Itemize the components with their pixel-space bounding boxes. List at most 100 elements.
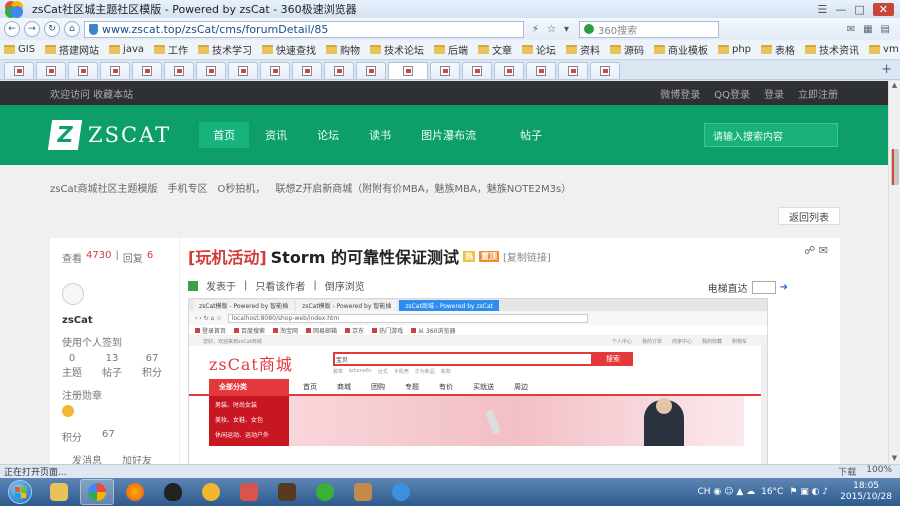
- zoom-level[interactable]: 100%: [866, 465, 892, 478]
- menu-books[interactable]: 读书: [355, 122, 405, 148]
- browser-tab[interactable]: [494, 62, 524, 79]
- browser-tab[interactable]: [100, 62, 130, 79]
- user-stat[interactable]: 67 积分: [142, 353, 162, 379]
- ticker-item[interactable]: 手机专区: [168, 180, 208, 195]
- bookmark-folder[interactable]: java: [109, 44, 144, 55]
- qq-login-link[interactable]: QQ登录: [714, 86, 750, 101]
- grid-icon[interactable]: ▦: [863, 24, 872, 35]
- download-button[interactable]: 下载: [838, 465, 856, 478]
- browser-tab[interactable]: [292, 62, 322, 79]
- browser-tab[interactable]: [260, 62, 290, 79]
- browser-tab[interactable]: [68, 62, 98, 79]
- browser-tab[interactable]: [324, 62, 354, 79]
- taskbar-wechat[interactable]: [308, 479, 342, 505]
- author-name[interactable]: zsCat: [62, 315, 167, 326]
- browser-tab[interactable]: [388, 62, 428, 79]
- browser-tab[interactable]: [228, 62, 258, 79]
- bookmark-folder[interactable]: GIS: [4, 44, 35, 55]
- jump-arrow-icon[interactable]: ➜: [780, 282, 788, 293]
- taskbar-ie[interactable]: [384, 479, 418, 505]
- register-link[interactable]: 立即注册: [798, 86, 838, 101]
- bookmark-folder[interactable]: 源码: [610, 42, 644, 57]
- menu-gallery[interactable]: 图片瀑布流: [407, 122, 490, 148]
- browser-tab[interactable]: [430, 62, 460, 79]
- bookmark-folder[interactable]: 论坛: [522, 42, 556, 57]
- site-search-input[interactable]: 请输入搜索内容: [704, 123, 838, 147]
- ticker-item[interactable]: O秒拍机，: [218, 180, 266, 195]
- share-icons[interactable]: ☍ ✉: [804, 244, 828, 257]
- forward-button[interactable]: →: [24, 21, 40, 37]
- login-link[interactable]: 登录: [764, 86, 784, 101]
- menu-news[interactable]: 资讯: [251, 122, 301, 148]
- browser-tab[interactable]: [36, 62, 66, 79]
- scroll-down-icon[interactable]: ▼: [889, 454, 900, 464]
- taskbar-game[interactable]: [270, 479, 304, 505]
- bookmark-folder[interactable]: 文章: [478, 42, 512, 57]
- browser-tab[interactable]: [196, 62, 226, 79]
- taskbar-360browser[interactable]: [80, 479, 114, 505]
- bookmark-folder[interactable]: 快速查找: [262, 42, 316, 57]
- clock[interactable]: 18:05 2015/10/28: [840, 481, 892, 503]
- taskbar-photo[interactable]: [346, 479, 380, 505]
- back-button[interactable]: ←: [4, 21, 20, 37]
- weibo-login-link[interactable]: 微博登录: [660, 86, 700, 101]
- browser-tab[interactable]: [462, 62, 492, 79]
- only-author-link[interactable]: 只看该作者: [255, 278, 305, 293]
- tray-status-icons[interactable]: ⚑ ▣ ◐ ♪: [789, 487, 828, 497]
- home-button[interactable]: ⌂: [64, 21, 80, 37]
- browser-tab[interactable]: [132, 62, 162, 79]
- send-message-button[interactable]: 发消息: [72, 452, 102, 464]
- bookmark-folder[interactable]: 技术论坛: [370, 42, 424, 57]
- maximize-button[interactable]: □: [854, 3, 864, 16]
- site-logo[interactable]: Z ZSCAT: [47, 120, 171, 150]
- new-tab-button[interactable]: +: [881, 62, 892, 77]
- user-stat[interactable]: 13 帖子: [102, 353, 122, 379]
- taskbar-qq[interactable]: [156, 479, 190, 505]
- mail-icon[interactable]: ✉: [847, 24, 855, 35]
- bookmark-folder[interactable]: 工作: [154, 42, 188, 57]
- add-friend-button[interactable]: 加好友: [122, 452, 152, 464]
- extensions-icon[interactable]: ▤: [881, 24, 890, 35]
- taskbar-paw[interactable]: [194, 479, 228, 505]
- menu-home[interactable]: 首页: [199, 122, 250, 148]
- lightning-icon[interactable]: ⚡: [532, 24, 539, 35]
- bookmark-folder[interactable]: 购物: [326, 42, 360, 57]
- ticker-item[interactable]: 联想Z开启新商城（附附有价MBA，魅族MBA，魅族NOTE2M3s）: [275, 180, 571, 195]
- taskbar-explorer[interactable]: [42, 479, 76, 505]
- star-icon[interactable]: ☆: [547, 24, 556, 35]
- refresh-button[interactable]: ↻: [44, 21, 60, 37]
- taskbar-tool[interactable]: [232, 479, 266, 505]
- browser-tab[interactable]: [4, 62, 34, 79]
- bookmark-folder[interactable]: 后端: [434, 42, 468, 57]
- menu-icon[interactable]: ☰: [818, 3, 828, 16]
- bookmark-folder[interactable]: 技术学习: [198, 42, 252, 57]
- menu-forum[interactable]: 论坛: [303, 122, 353, 148]
- minimize-button[interactable]: —: [835, 3, 846, 16]
- start-button[interactable]: [0, 478, 40, 506]
- weather-text[interactable]: 16°C: [761, 487, 783, 497]
- browser-tab[interactable]: [590, 62, 620, 79]
- search-engine-input[interactable]: 360搜索: [579, 20, 720, 38]
- search-type-label[interactable]: 帖子: [520, 127, 542, 143]
- chevron-down-icon[interactable]: ▾: [564, 24, 569, 35]
- back-to-list-button[interactable]: 返回列表: [778, 207, 840, 225]
- bookmark-folder[interactable]: 资料: [566, 42, 600, 57]
- avatar[interactable]: [62, 283, 84, 305]
- reverse-order-link[interactable]: 倒序浏览: [325, 278, 365, 293]
- close-button[interactable]: ✕: [872, 2, 894, 16]
- browser-tab[interactable]: [526, 62, 556, 79]
- bookmark-folder[interactable]: vm: [869, 44, 899, 55]
- taskbar-firefox[interactable]: [118, 479, 152, 505]
- bookmark-folder[interactable]: 商业模板: [654, 42, 708, 57]
- user-stat[interactable]: 0 主题: [62, 353, 82, 379]
- copy-link-button[interactable]: [复制链接]: [503, 249, 551, 264]
- browser-tab[interactable]: [164, 62, 194, 79]
- floor-input[interactable]: [751, 281, 776, 294]
- ticker-item[interactable]: zsCat商城社区主题模版: [50, 180, 158, 195]
- bookmark-folder[interactable]: php: [718, 44, 751, 55]
- bookmark-folder[interactable]: 表格: [761, 42, 795, 57]
- browser-tab[interactable]: [558, 62, 588, 79]
- bookmark-folder[interactable]: 搭建网站: [45, 42, 99, 57]
- bookmark-folder[interactable]: 技术资讯: [805, 42, 859, 57]
- post-category[interactable]: [玩机活动]: [188, 244, 267, 268]
